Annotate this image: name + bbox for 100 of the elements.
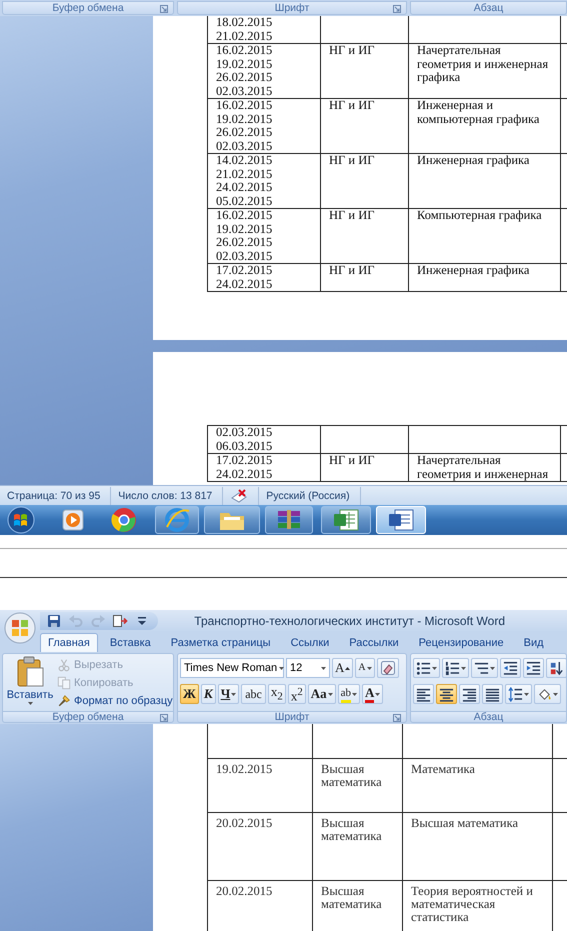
- caret-icon[interactable]: [321, 666, 326, 670]
- table-cell: 16.02.2015 19.02.2015 26.02.2015 02.03.2015: [208, 98, 320, 154]
- table-cell: 20.02.2015: [208, 880, 312, 931]
- caret-icon[interactable]: [375, 692, 380, 696]
- ribbon-tab[interactable]: Главная: [40, 633, 98, 652]
- underline-button[interactable]: Ч: [218, 684, 240, 704]
- window-title: Транспортно-технологических институт - Microsoft Word: [194, 614, 505, 628]
- group-label: Абзац: [474, 712, 504, 722]
- paste-button[interactable]: Вставить: [5, 656, 55, 709]
- group-label: Абзац: [474, 2, 504, 14]
- taskbar-button[interactable]: [321, 506, 371, 534]
- taskbar-button[interactable]: [155, 506, 199, 534]
- table-cell: Компьютерная графика: [408, 208, 560, 264]
- ribbon-tab[interactable]: Рецензирование: [410, 633, 512, 652]
- strikethrough-button[interactable]: abc: [241, 684, 266, 704]
- caret-icon[interactable]: [432, 666, 437, 670]
- caret-icon[interactable]: [553, 692, 558, 696]
- globe-icon[interactable]: [164, 507, 190, 533]
- table-cell: Инженерная графика: [408, 154, 560, 208]
- bold-button[interactable]: Ж: [180, 684, 199, 704]
- numbered-list-icon[interactable]: [445, 660, 460, 676]
- books-icon[interactable]: [275, 508, 303, 532]
- ribbon-tab[interactable]: Рассылки: [341, 633, 407, 652]
- table-cell: НГ и ИГ: [320, 44, 408, 98]
- table-cell: Высшая математика: [402, 812, 552, 880]
- table-cell: 20.02.2015: [208, 812, 312, 880]
- bullet-list-icon[interactable]: [416, 660, 431, 676]
- ribbon-tab[interactable]: Ссылки: [282, 633, 338, 652]
- table-cell: 16.02.2015 19.02.2015 26.02.2015 02.03.2015: [208, 44, 320, 98]
- table-cell: НГ и ИГ: [320, 208, 408, 264]
- document-icon[interactable]: [387, 508, 415, 532]
- change-case-button[interactable]: Aa: [308, 684, 336, 704]
- ribbon-tab[interactable]: Разметка страницы: [162, 633, 279, 652]
- table-cell: Высшая математика: [312, 812, 402, 880]
- table-cell: НГ и ИГ: [320, 264, 408, 292]
- launcher-icon[interactable]: [160, 714, 168, 722]
- table-cell: Инженерная и компьютерная графика: [408, 98, 560, 154]
- table-cell: 17.02.2015 24.02.2015: [208, 454, 320, 482]
- spreadsheet-icon[interactable]: [332, 508, 360, 532]
- caret-icon[interactable]: [352, 692, 358, 696]
- play-icon[interactable]: [60, 508, 86, 532]
- numbered-list-button[interactable]: [442, 658, 469, 678]
- caret-icon[interactable]: [28, 702, 32, 705]
- table-cell: 18.02.2015 21.02.2015: [208, 16, 320, 44]
- format-painter-button[interactable]: Формат по образцу: [55, 692, 173, 710]
- shrink-font-button[interactable]: A: [355, 658, 375, 678]
- table-cell: Инженерная графика: [408, 264, 560, 292]
- ribbon-tab[interactable]: Вставка: [102, 633, 159, 652]
- italic-button[interactable]: К: [200, 684, 216, 704]
- table-cell: 14.02.2015 21.02.2015 24.02.2015 05.02.2015: [208, 154, 320, 208]
- table-cell: 19.02.2015: [208, 758, 312, 812]
- paint-bucket-button[interactable]: [534, 684, 561, 704]
- caret-icon[interactable]: [461, 666, 466, 670]
- brush-icon[interactable]: [57, 694, 71, 708]
- taskbar-button[interactable]: [204, 506, 260, 534]
- group-label: Шрифт: [274, 712, 310, 722]
- launcher-icon[interactable]: [160, 5, 168, 13]
- table-cell: Начертательная геометрия и инженерная графика: [408, 44, 560, 98]
- line-spacing-icon[interactable]: [508, 686, 523, 702]
- table-cell: 16.02.2015 19.02.2015 26.02.2015 02.03.2015: [208, 208, 320, 264]
- grow-font-button[interactable]: A: [332, 658, 354, 678]
- group-label: Буфер обмена: [52, 2, 124, 14]
- table-cell: Начертательная геометрия и инженерная: [408, 454, 560, 482]
- taskbar-button[interactable]: [265, 506, 313, 534]
- line-spacing-button[interactable]: [505, 684, 532, 704]
- subscript-button[interactable]: x$_{2}$: [268, 684, 286, 704]
- paint-bucket-icon[interactable]: [537, 686, 552, 702]
- group-label: Шрифт: [274, 2, 310, 14]
- caret-icon[interactable]: [231, 692, 236, 696]
- multilevel-list-icon[interactable]: [474, 660, 489, 676]
- table-cell: Математика: [402, 758, 552, 812]
- highlight-button[interactable]: ab: [338, 684, 360, 704]
- font-color-button[interactable]: A: [362, 684, 384, 704]
- caret-icon[interactable]: [279, 666, 284, 670]
- document-arrow-icon[interactable]: [112, 613, 128, 629]
- table-cell: 02.03.2015 06.03.2015: [208, 426, 320, 454]
- font-size-field[interactable]: 12: [286, 658, 330, 678]
- caret-icon[interactable]: [490, 666, 495, 670]
- ribbon-tab[interactable]: Вид: [516, 633, 552, 652]
- group-label: Буфер обмена: [52, 712, 124, 722]
- clipboard-icon[interactable]: [15, 656, 45, 688]
- table-cell: НГ и ИГ: [320, 98, 408, 154]
- multilevel-list-button[interactable]: [471, 658, 498, 678]
- table-cell: 17.02.2015 24.02.2015: [208, 264, 320, 292]
- table-cell: НГ и ИГ: [320, 154, 408, 208]
- table-cell: Высшая математика: [312, 758, 402, 812]
- caret-icon[interactable]: [328, 692, 333, 696]
- bullet-list-button[interactable]: [413, 658, 440, 678]
- launcher-icon[interactable]: [393, 714, 401, 722]
- save-icon[interactable]: [46, 613, 62, 629]
- superscript-button[interactable]: x$^{2}$: [288, 684, 306, 704]
- caret-icon[interactable]: [524, 692, 529, 696]
- browser-icon[interactable]: [111, 507, 137, 533]
- launcher-icon[interactable]: [393, 5, 401, 13]
- start-button[interactable]: [6, 506, 36, 534]
- font-name-field[interactable]: Times New Roman: [180, 658, 284, 678]
- table-cell: НГ и ИГ: [320, 454, 408, 482]
- caret-icon[interactable]: [366, 666, 372, 670]
- caret-up-icon[interactable]: [345, 666, 350, 670]
- spellcheck-icon[interactable]: [230, 488, 248, 502]
